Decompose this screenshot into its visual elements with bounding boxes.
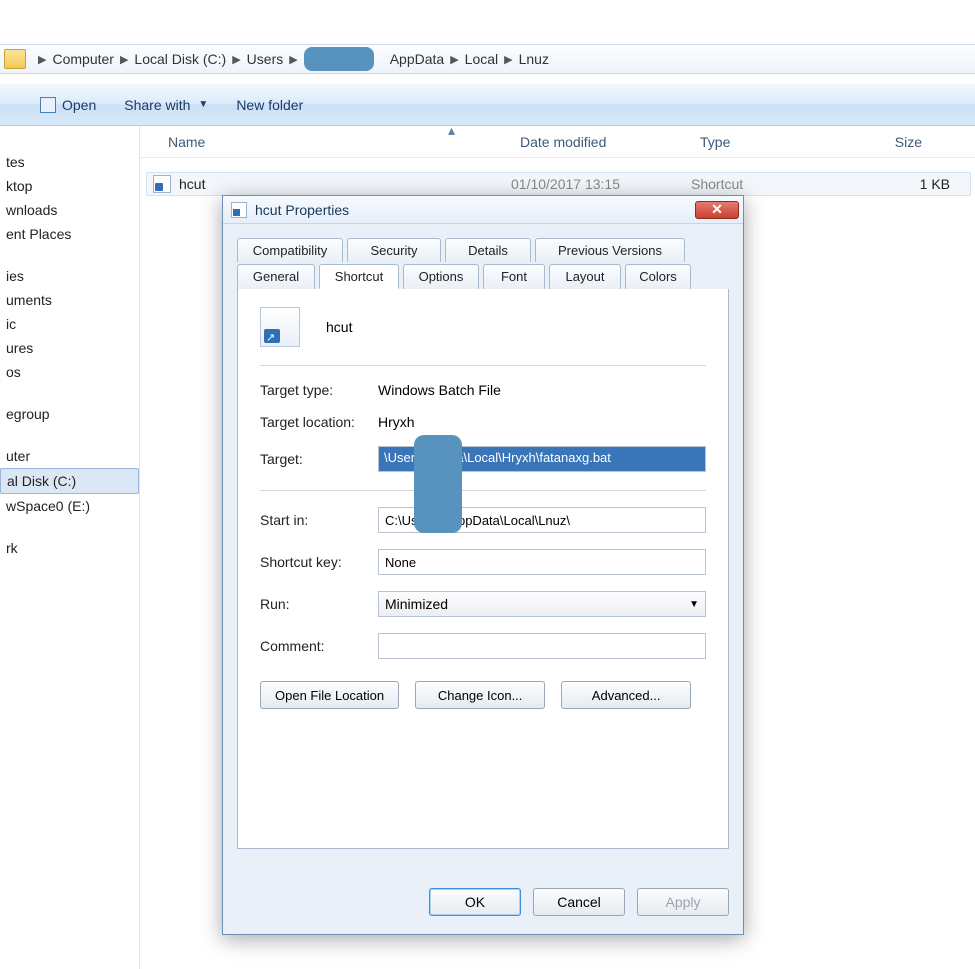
dialog-footer: OK Cancel Apply <box>237 888 729 916</box>
redacted-overlay <box>414 435 462 533</box>
run-label: Run: <box>260 596 378 612</box>
comment-input[interactable] <box>378 633 706 659</box>
file-row-hcut[interactable]: hcut 01/10/2017 13:15 Shortcut 1 KB <box>146 172 971 196</box>
open-button[interactable]: Open <box>40 97 96 113</box>
chevron-down-icon: ▼ <box>689 599 699 610</box>
target-type-label: Target type: <box>260 382 378 398</box>
sidebar-item[interactable]: tes <box>0 150 139 174</box>
col-type[interactable]: Type <box>672 134 842 150</box>
open-label: Open <box>62 97 96 113</box>
crumb-appdata[interactable]: AppData <box>390 51 444 67</box>
tab-compatibility[interactable]: Compatibility <box>237 238 343 262</box>
new-folder-label: New folder <box>236 97 303 113</box>
tab-general[interactable]: General <box>237 264 315 289</box>
run-combo[interactable]: Minimized ▼ <box>378 591 706 617</box>
close-icon: ✕ <box>711 201 723 218</box>
tab-font[interactable]: Font <box>483 264 545 289</box>
shortcut-tab-body: hcut Target type:Windows Batch File Targ… <box>237 289 729 849</box>
sidebar-item[interactable]: uments <box>0 288 139 312</box>
change-icon-button[interactable]: Change Icon... <box>415 681 545 709</box>
file-name: hcut <box>179 176 511 192</box>
sort-indicator-icon: ▴ <box>448 122 455 139</box>
sidebar-item[interactable]: wnloads <box>0 198 139 222</box>
dialog-titlebar[interactable]: hcut Properties ✕ <box>223 196 743 224</box>
sidebar-item[interactable]: ies <box>0 264 139 288</box>
chevron-down-icon: ▼ <box>198 99 208 110</box>
sidebar-item[interactable]: ures <box>0 336 139 360</box>
crumb-localdisk[interactable]: Local Disk (C:) <box>134 51 226 67</box>
sidebar-item[interactable]: ktop <box>0 174 139 198</box>
ok-button[interactable]: OK <box>429 888 521 916</box>
sidebar-item[interactable]: rk <box>0 536 139 560</box>
breadcrumb[interactable]: ▶ Computer ▶ Local Disk (C:) ▶ Users ▶ A… <box>0 44 975 74</box>
tab-previous-versions[interactable]: Previous Versions <box>535 238 685 262</box>
column-headers: ▴ Name Date modified Type Size <box>140 126 975 158</box>
file-date: 01/10/2017 13:15 <box>511 176 691 192</box>
col-size[interactable]: Size <box>842 134 942 150</box>
share-with-button[interactable]: Share with ▼ <box>124 97 208 113</box>
share-label: Share with <box>124 97 190 113</box>
apply-button[interactable]: Apply <box>637 888 729 916</box>
new-folder-button[interactable]: New folder <box>236 97 303 113</box>
target-type-value: Windows Batch File <box>378 382 706 398</box>
advanced-button[interactable]: Advanced... <box>561 681 691 709</box>
chevron-right-icon: ▶ <box>120 53 128 66</box>
crumb-lnuz[interactable]: Lnuz <box>519 51 549 67</box>
sidebar-item[interactable]: wSpace0 (E:) <box>0 494 139 518</box>
nav-sidebar: tesktopwnloadsent Places iesumentsicureso… <box>0 126 140 969</box>
chevron-right-icon: ▶ <box>232 53 240 66</box>
sidebar-item[interactable]: ent Places <box>0 222 139 246</box>
shortcutkey-label: Shortcut key: <box>260 554 378 570</box>
tab-security[interactable]: Security <box>347 238 441 262</box>
shortcutkey-input[interactable] <box>378 549 706 575</box>
shortcut-icon <box>231 202 247 218</box>
open-icon <box>40 97 56 113</box>
open-file-location-button[interactable]: Open File Location <box>260 681 399 709</box>
shortcut-large-icon <box>260 307 300 347</box>
tab-details[interactable]: Details <box>445 238 531 262</box>
properties-dialog: hcut Properties ✕ Compatibility Security… <box>222 195 744 935</box>
file-size: 1 KB <box>861 176 970 192</box>
tab-layout[interactable]: Layout <box>549 264 621 289</box>
sidebar-item[interactable]: egroup <box>0 402 139 426</box>
folder-icon <box>4 49 26 69</box>
crumb-local[interactable]: Local <box>465 51 498 67</box>
tab-options[interactable]: Options <box>403 264 479 289</box>
tab-colors[interactable]: Colors <box>625 264 691 289</box>
dialog-title: hcut Properties <box>255 202 695 218</box>
target-location-value: Hryxh <box>378 414 706 430</box>
shortcut-name: hcut <box>326 319 352 335</box>
close-button[interactable]: ✕ <box>695 201 739 219</box>
chevron-right-icon: ▶ <box>450 53 458 66</box>
sidebar-item[interactable]: uter <box>0 444 139 468</box>
crumb-redacted[interactable] <box>304 47 374 71</box>
run-value: Minimized <box>385 596 448 612</box>
tab-shortcut[interactable]: Shortcut <box>319 264 399 289</box>
target-location-label: Target location: <box>260 414 378 430</box>
chevron-right-icon: ▶ <box>504 53 512 66</box>
file-type: Shortcut <box>691 176 861 192</box>
target-label: Target: <box>260 451 378 467</box>
cancel-button[interactable]: Cancel <box>533 888 625 916</box>
explorer-toolbar: Open Share with ▼ New folder <box>0 84 975 126</box>
col-name[interactable]: Name <box>140 134 492 150</box>
crumb-users[interactable]: Users <box>247 51 284 67</box>
col-date[interactable]: Date modified <box>492 134 672 150</box>
tabs: Compatibility Security Details Previous … <box>223 224 743 289</box>
sidebar-item[interactable]: al Disk (C:) <box>0 468 139 494</box>
sidebar-item[interactable]: os <box>0 360 139 384</box>
sidebar-item[interactable]: ic <box>0 312 139 336</box>
chevron-right-icon: ▶ <box>38 53 46 66</box>
shortcut-icon <box>153 175 171 193</box>
chevron-right-icon: ▶ <box>289 53 297 66</box>
comment-label: Comment: <box>260 638 378 654</box>
startin-label: Start in: <box>260 512 378 528</box>
crumb-computer[interactable]: Computer <box>52 51 113 67</box>
